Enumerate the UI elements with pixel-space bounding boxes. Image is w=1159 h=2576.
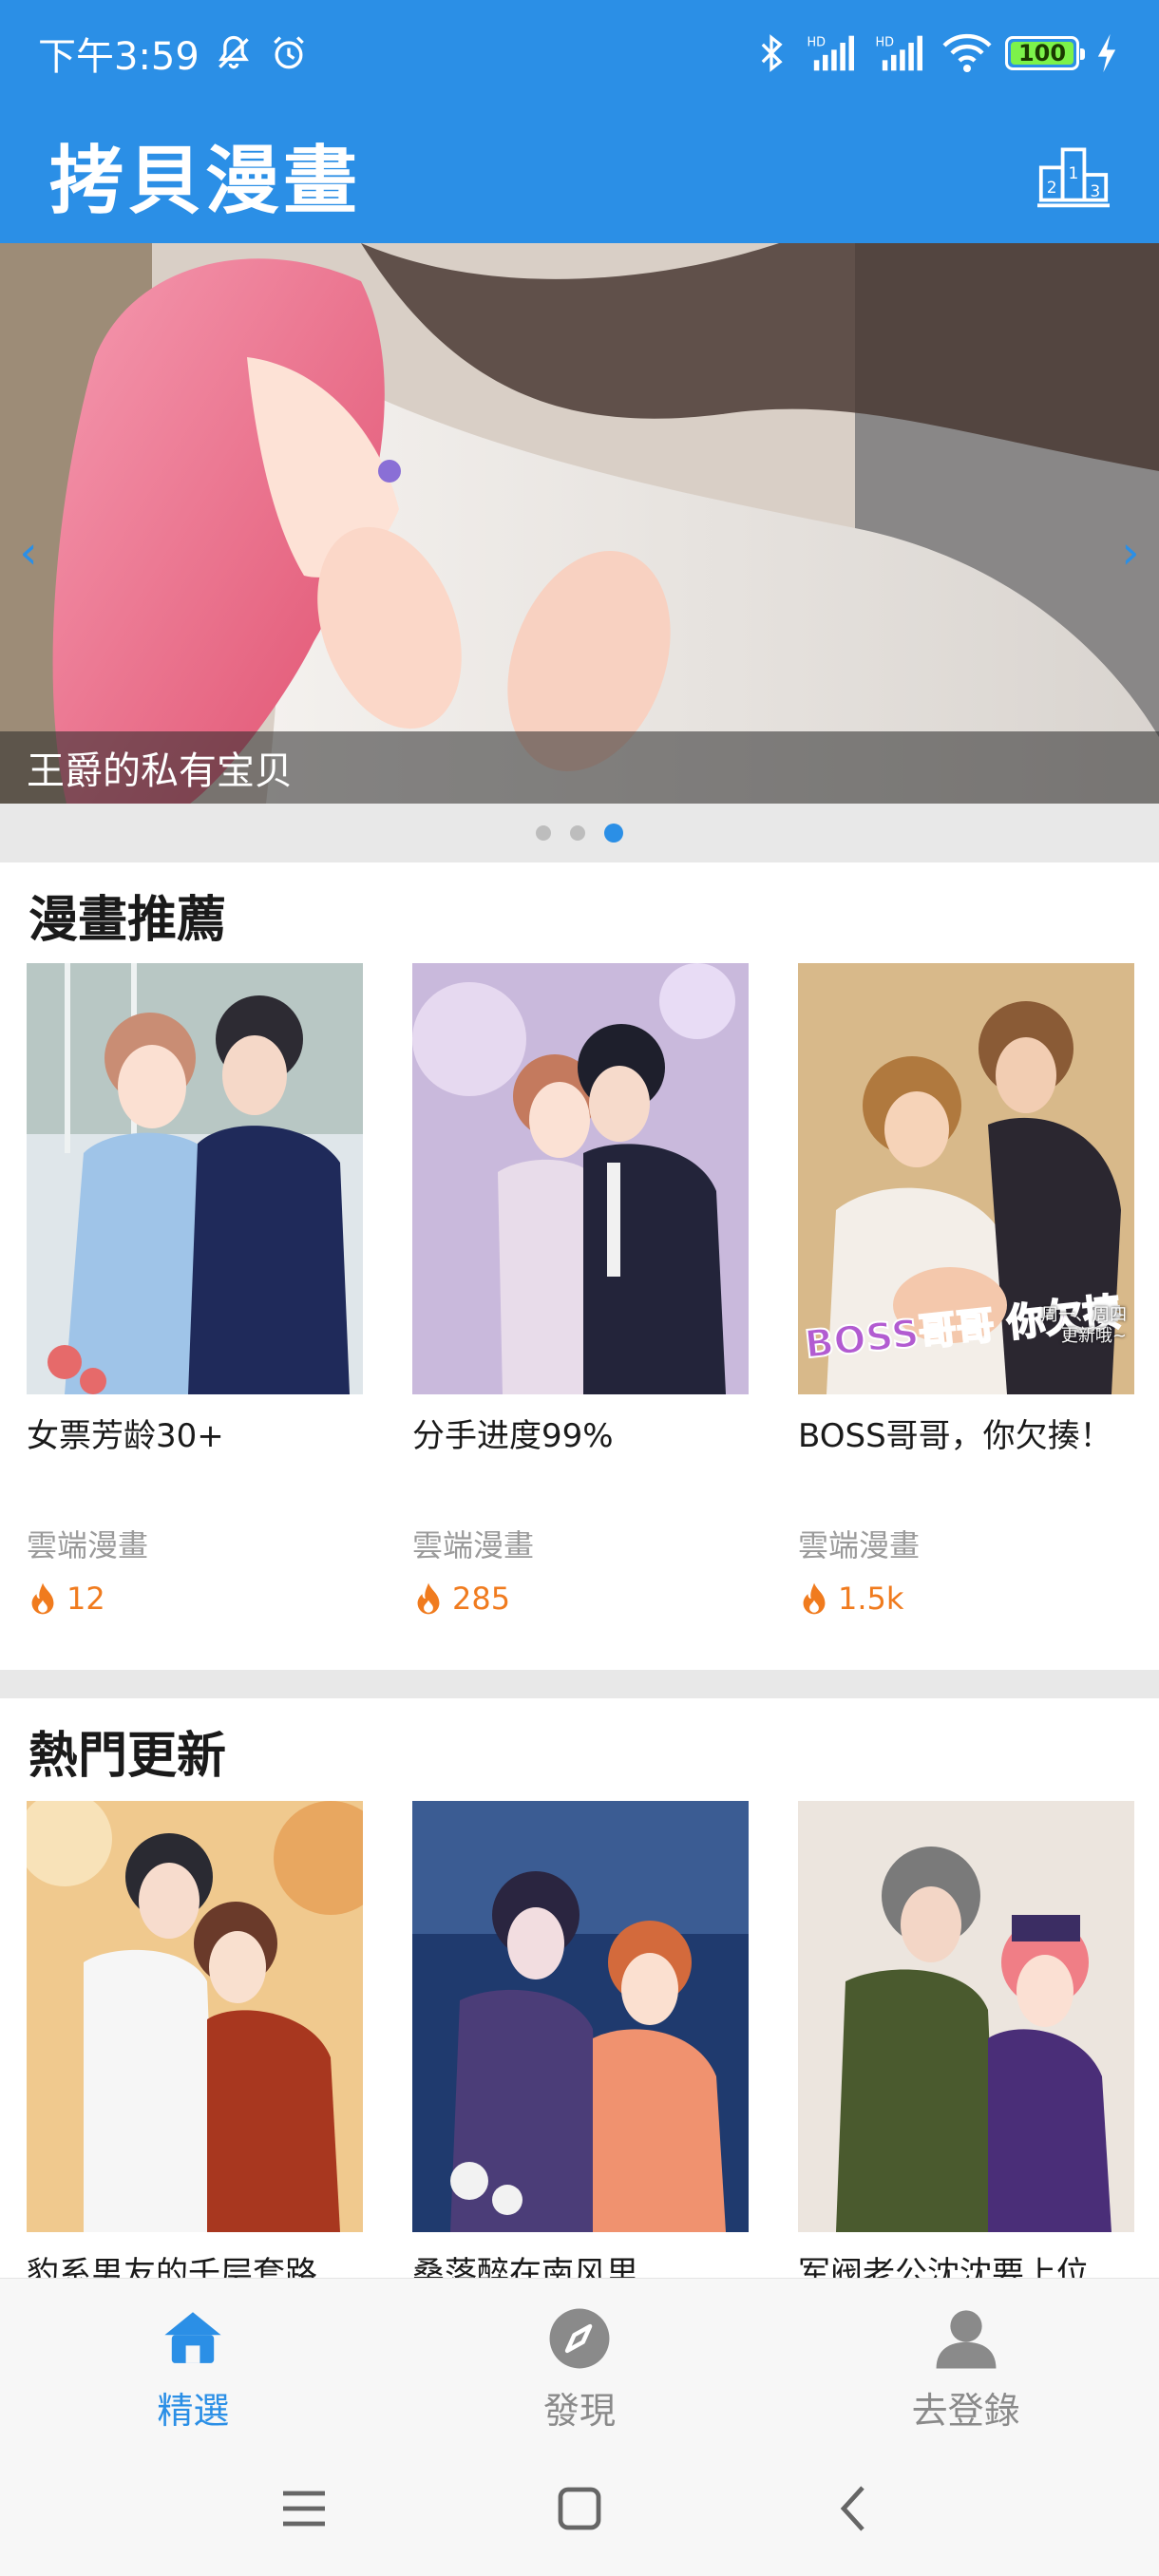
status-left: 下午3:59 [38, 26, 310, 81]
status-right: HD HD 100 [750, 32, 1121, 74]
menu-icon[interactable] [276, 2480, 332, 2537]
banner-carousel[interactable]: 王爵的私有宝贝 [0, 243, 1159, 804]
banner-illustration [0, 243, 1159, 804]
flame-icon [803, 1582, 826, 1615]
app-header: 拷貝漫畫 2 1 3 [0, 106, 1159, 243]
svg-text:1: 1 [1069, 164, 1079, 183]
comic-card[interactable]: 女票芳龄30+ 雲端漫畫 12 [27, 963, 363, 1647]
heat-count: 12 [66, 1581, 105, 1617]
comic-author: 雲端漫畫 [27, 1527, 149, 1563]
comic-title: 军阀老公沈沈要上位 [798, 2255, 1089, 2278]
comic-card[interactable]: BOSS哥哥 你欠揍 周一、周四 更新哦~ BOSS哥哥，你欠揍！ 雲端漫畫 1… [798, 963, 1134, 1647]
svg-text:HD: HD [808, 36, 826, 50]
nav-label: 精選 [157, 2390, 230, 2432]
banner-prev-arrow-icon[interactable]: ‹ [10, 524, 48, 581]
svg-text:2: 2 [1047, 179, 1057, 198]
section-title: 熱門更新 [28, 1728, 227, 1785]
comic-cover [27, 963, 363, 1394]
comic-heat: 1.5k [798, 1581, 903, 1617]
carousel-dot-active[interactable] [604, 824, 623, 843]
nav-item-discover[interactable]: 發現 [387, 2279, 773, 2441]
flame-icon [417, 1582, 440, 1615]
section-hot-updates: 熱門更新 豹系男友的千层套路 桑落醉在南风里 军阀老公沈沈要上位 [0, 1698, 1159, 2278]
section-recommended: 漫畫推薦 女票芳龄30+ 雲端漫畫 12 分手进度99% 雲端漫畫 285 BO… [0, 862, 1159, 1670]
nav-label: 發現 [543, 2390, 617, 2432]
wifi-icon [942, 33, 992, 72]
heat-count: 1.5k [838, 1581, 904, 1617]
back-icon[interactable] [826, 2480, 884, 2537]
ranking-podium-icon[interactable]: 2 1 3 [1037, 139, 1110, 211]
app-title: 拷貝漫畫 [49, 139, 362, 224]
nav-item-login[interactable]: 去登錄 [772, 2279, 1159, 2441]
flame-icon [31, 1582, 54, 1615]
carousel-dot[interactable] [536, 825, 551, 841]
bell-muted-icon [218, 35, 249, 69]
comic-title: 桑落醉在南风里 [412, 2255, 638, 2278]
comic-title: 女票芳龄30+ [27, 1417, 224, 1455]
comic-cover [412, 1801, 749, 2232]
charging-bolt-icon [1097, 33, 1116, 73]
battery-level-text: 100 [1017, 40, 1067, 66]
comic-title: 豹系男友的千层套路 [27, 2255, 317, 2278]
nav-item-featured[interactable]: 精選 [0, 2279, 387, 2441]
bluetooth-icon [761, 34, 783, 72]
svg-text:3: 3 [1090, 182, 1100, 201]
section-divider [0, 1670, 1159, 1698]
banner-caption: 王爵的私有宝贝 [0, 731, 1159, 804]
comic-title: 分手进度99% [412, 1417, 614, 1455]
svg-text:HD: HD [876, 36, 895, 50]
comic-card[interactable]: 军阀老公沈沈要上位 [798, 1801, 1134, 2278]
bottom-navigation: 精選 發現 去登錄 [0, 2278, 1159, 2441]
section-title: 漫畫推薦 [28, 892, 227, 949]
comic-cover [798, 1801, 1134, 2232]
signal-hd-icon: HD [808, 35, 854, 71]
comic-cover [27, 1801, 363, 2232]
carousel-indicator [0, 804, 1159, 862]
comic-heat: 12 [27, 1581, 105, 1617]
comic-cover: BOSS哥哥 你欠揍 周一、周四 更新哦~ [798, 963, 1134, 1394]
comic-author: 雲端漫畫 [798, 1527, 921, 1563]
heat-count: 285 [452, 1581, 511, 1617]
nav-label: 去登錄 [911, 2390, 1020, 2432]
alarm-icon [273, 36, 304, 69]
home-icon [164, 2312, 221, 2363]
comic-heat: 285 [412, 1581, 510, 1617]
battery-indicator: 100 [1005, 36, 1085, 70]
home-square-icon[interactable] [551, 2480, 608, 2537]
status-time: 下午3:59 [38, 35, 200, 79]
comic-card[interactable]: 分手进度99% 雲端漫畫 285 [412, 963, 749, 1647]
comic-cover [412, 963, 749, 1394]
signal-hd-icon-2: HD [876, 35, 922, 71]
comic-author: 雲端漫畫 [412, 1527, 535, 1563]
compass-icon [549, 2308, 610, 2369]
carousel-dot[interactable] [570, 825, 585, 841]
banner-next-arrow-icon[interactable]: › [1112, 524, 1150, 581]
status-bar: 下午3:59 HD HD 100 [0, 0, 1159, 106]
comic-title: BOSS哥哥，你欠揍！ [798, 1417, 1112, 1455]
cover-schedule-text: 周一、周四 更新哦~ [1041, 1305, 1127, 1346]
system-navigation-bar [0, 2441, 1159, 2576]
user-icon [936, 2310, 997, 2369]
comic-card[interactable]: 桑落醉在南风里 [412, 1801, 749, 2278]
comic-card[interactable]: 豹系男友的千层套路 [27, 1801, 363, 2278]
